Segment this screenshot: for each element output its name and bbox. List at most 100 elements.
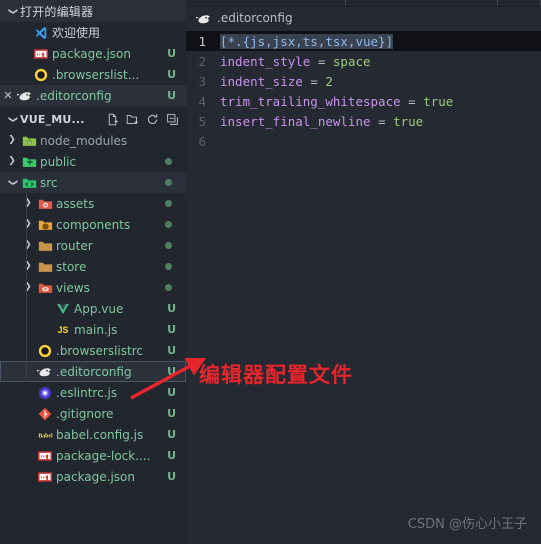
git-modified-dot-icon bbox=[165, 284, 172, 291]
config-value: 2 bbox=[325, 73, 333, 89]
code-line[interactable]: 6 bbox=[186, 131, 541, 151]
config-key: indent_style bbox=[220, 53, 311, 69]
tree-folder-public[interactable]: public bbox=[0, 151, 186, 172]
tree-item-label: assets bbox=[56, 196, 95, 211]
svg-text:JS: JS bbox=[58, 325, 69, 335]
tree-file-babel-config-js[interactable]: Babel babel.config.js U bbox=[0, 424, 186, 445]
tree-file-package-lock[interactable]: package-lock.... U bbox=[0, 445, 186, 466]
browserslist-icon bbox=[32, 68, 50, 82]
open-editor-label: 欢迎使用 bbox=[52, 26, 101, 40]
tree-folder-views[interactable]: views bbox=[0, 277, 186, 298]
tree-file-app-vue[interactable]: App.vue U bbox=[0, 298, 186, 319]
tree-file-editorconfig[interactable]: .editorconfig U bbox=[0, 361, 186, 382]
close-icon[interactable]: ✕ bbox=[0, 89, 16, 102]
tree-item-label: views bbox=[56, 280, 90, 295]
vscode-window: 打开的编辑器 欢迎使用 package.json U bbox=[0, 0, 541, 544]
tree-indent-guide bbox=[26, 193, 27, 382]
code-line[interactable]: 5 insert_final_newline = true bbox=[186, 111, 541, 131]
tree-item-label: App.vue bbox=[74, 301, 124, 316]
tree-folder-router[interactable]: router bbox=[0, 235, 186, 256]
git-modified-dot-icon bbox=[165, 158, 172, 165]
git-modified-dot-icon bbox=[165, 263, 172, 270]
folder-store-icon bbox=[36, 260, 54, 273]
code-line-text: indent_style = space bbox=[220, 54, 371, 69]
tree-item-label: .browserslistrc bbox=[56, 343, 143, 358]
git-status-badge: U bbox=[167, 449, 176, 462]
tree-item-label: components bbox=[56, 217, 131, 232]
tree-item-label: .eslintrc.js bbox=[56, 385, 118, 400]
tree-item-label: node_modules bbox=[40, 133, 128, 148]
tree-item-label: main.js bbox=[74, 322, 118, 337]
tab-slot-2[interactable] bbox=[346, 0, 498, 6]
chevron-right-icon[interactable] bbox=[4, 136, 20, 145]
git-status-badge: U bbox=[167, 68, 176, 81]
tree-file-gitignore[interactable]: .gitignore U bbox=[0, 403, 186, 424]
tree-file-browserslistrc[interactable]: .browserslistrc U bbox=[0, 340, 186, 361]
tree-file-main-js[interactable]: JS main.js U bbox=[0, 319, 186, 340]
open-editor-item-browserslistrc[interactable]: .browserslist... U bbox=[0, 64, 186, 85]
project-header[interactable]: VUE_MU... bbox=[0, 108, 186, 130]
folder-src-icon bbox=[20, 176, 38, 189]
config-key: insert_final_newline bbox=[220, 113, 371, 129]
git-status-badge: U bbox=[167, 47, 176, 60]
line-number: 3 bbox=[198, 73, 206, 89]
chevron-right-icon[interactable] bbox=[20, 262, 36, 271]
config-value: true bbox=[393, 113, 424, 129]
open-editor-item-welcome[interactable]: 欢迎使用 bbox=[0, 22, 186, 43]
open-editor-label: package.json bbox=[52, 46, 132, 61]
code-line-text: trim_trailing_whitespace = true bbox=[220, 94, 453, 109]
project-title: VUE_MU... bbox=[20, 112, 85, 126]
code-line-text: insert_final_newline = true bbox=[220, 114, 423, 129]
tree-folder-store[interactable]: store bbox=[0, 256, 186, 277]
tree-file-eslintrc-js[interactable]: .eslintrc.js U bbox=[0, 382, 186, 403]
open-editors-title: 打开的编辑器 bbox=[20, 4, 94, 19]
tree-folder-components[interactable]: components bbox=[0, 214, 186, 235]
selected-text: [*.{js,jsx,ts,tsx,vue}] bbox=[220, 33, 394, 49]
code-line[interactable]: 3 indent_size = 2 bbox=[186, 71, 541, 91]
tree-folder-src[interactable]: src bbox=[0, 172, 186, 193]
tab-slot-3[interactable] bbox=[498, 0, 541, 6]
git-modified-dot-icon bbox=[165, 200, 172, 207]
open-editor-item-package-json[interactable]: package.json U bbox=[0, 43, 186, 64]
code-editor[interactable]: 1 [*.{js,jsx,ts,tsx,vue}] 2 indent_style = … bbox=[186, 29, 541, 151]
tree-item-label: .editorconfig bbox=[56, 364, 132, 379]
equals-operator: = bbox=[302, 73, 326, 89]
chevron-right-icon[interactable] bbox=[4, 157, 20, 166]
chevron-right-icon[interactable] bbox=[20, 283, 36, 292]
code-line[interactable]: 2 indent_style = space bbox=[186, 51, 541, 71]
editorconfig-icon bbox=[36, 365, 54, 378]
tree-item-label: router bbox=[56, 238, 93, 253]
tree-folder-assets[interactable]: assets bbox=[0, 193, 186, 214]
git-modified-dot-icon bbox=[165, 179, 172, 186]
tree-item-label: package-lock.... bbox=[56, 448, 151, 463]
code-line[interactable]: 1 [*.{js,jsx,ts,tsx,vue}] bbox=[186, 31, 541, 51]
chevron-right-icon[interactable] bbox=[20, 199, 36, 208]
chevron-down-icon[interactable] bbox=[4, 178, 20, 187]
collapse-all-icon[interactable] bbox=[166, 113, 179, 126]
equals-operator: = bbox=[400, 93, 424, 109]
tree-file-package-json[interactable]: package.json U bbox=[0, 466, 186, 487]
git-modified-dot-icon bbox=[165, 221, 172, 228]
tab-slot-1[interactable] bbox=[186, 0, 346, 6]
editor-area: .editorconfig 1 [*.{js,jsx,ts,tsx,vue}] 2 i… bbox=[186, 0, 541, 544]
svg-text:Babel: Babel bbox=[38, 433, 53, 439]
tree-item-label: public bbox=[40, 154, 77, 169]
chevron-right-icon[interactable] bbox=[20, 241, 36, 250]
tree-folder-node-modules[interactable]: Nnode_modules bbox=[0, 130, 186, 151]
svg-text:N: N bbox=[27, 140, 30, 145]
folder-node-modules-icon: N bbox=[20, 134, 38, 147]
config-value: space bbox=[332, 53, 371, 69]
editorconfig-icon bbox=[196, 12, 212, 25]
refresh-icon[interactable] bbox=[146, 113, 159, 126]
line-number: 4 bbox=[198, 93, 206, 109]
new-file-icon[interactable] bbox=[106, 113, 119, 126]
open-editor-item-editorconfig[interactable]: ✕ .editorconfig U bbox=[0, 85, 186, 106]
npm-icon bbox=[36, 471, 54, 482]
chevron-right-icon[interactable] bbox=[20, 220, 36, 229]
code-line[interactable]: 4 trim_trailing_whitespace = true bbox=[186, 91, 541, 111]
git-status-badge: U bbox=[167, 470, 176, 483]
new-folder-icon[interactable] bbox=[126, 113, 139, 126]
open-editor-label: .editorconfig bbox=[36, 88, 112, 103]
breadcrumb[interactable]: .editorconfig bbox=[186, 7, 541, 29]
open-editors-header[interactable]: 打开的编辑器 bbox=[0, 0, 186, 22]
